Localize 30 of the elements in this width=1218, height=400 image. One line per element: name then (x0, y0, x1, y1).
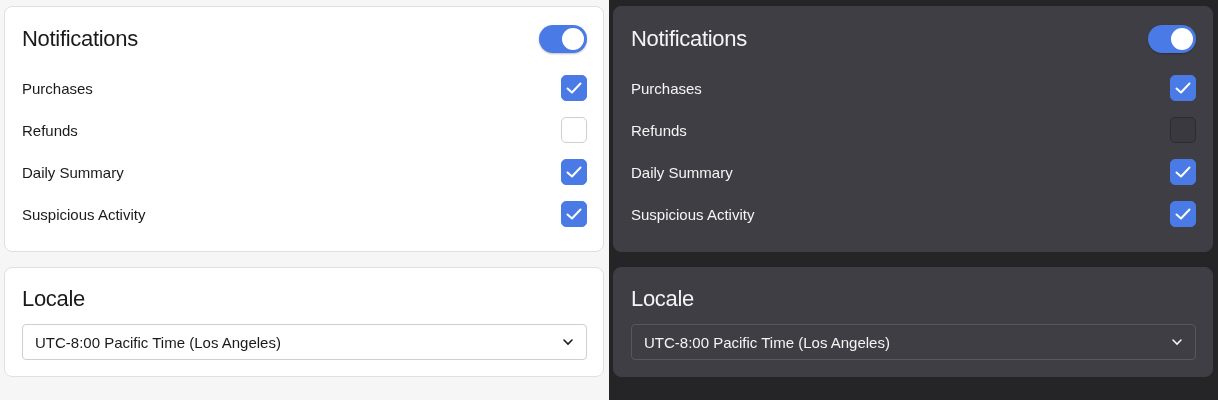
toggle-switch[interactable] (1148, 25, 1196, 53)
checkbox[interactable] (561, 201, 587, 227)
option-label: Refunds (22, 121, 78, 139)
chevron-down-icon (1171, 338, 1183, 346)
checkbox[interactable] (1170, 201, 1196, 227)
timezone-select[interactable]: UTC-8:00 Pacific Time (Los Angeles) (631, 324, 1196, 360)
option-label: Daily Summary (631, 163, 733, 181)
option-label: Purchases (22, 79, 93, 97)
checkbox[interactable] (1170, 159, 1196, 185)
card-title: Locale (22, 286, 87, 312)
option-label: Refunds (631, 121, 687, 139)
checkbox[interactable] (561, 75, 587, 101)
toggle-switch[interactable] (539, 25, 587, 53)
option-label: Suspicious Activity (22, 205, 146, 223)
option-label: Purchases (631, 79, 702, 97)
chevron-down-icon (562, 338, 574, 346)
checkbox[interactable] (561, 159, 587, 185)
check-icon (1175, 166, 1191, 178)
check-icon (566, 208, 582, 220)
check-icon (1175, 208, 1191, 220)
check-icon (566, 82, 582, 94)
check-icon (1175, 82, 1191, 94)
option-label: Daily Summary (22, 163, 124, 181)
card-title: Notifications (22, 26, 138, 52)
option-label: Suspicious Activity (631, 205, 755, 223)
checkbox[interactable] (1170, 75, 1196, 101)
card-title: Locale (631, 286, 696, 312)
timezone-select[interactable]: UTC-8:00 Pacific Time (Los Angeles) (22, 324, 587, 360)
card-title: Notifications (631, 26, 747, 52)
check-icon (566, 166, 582, 178)
